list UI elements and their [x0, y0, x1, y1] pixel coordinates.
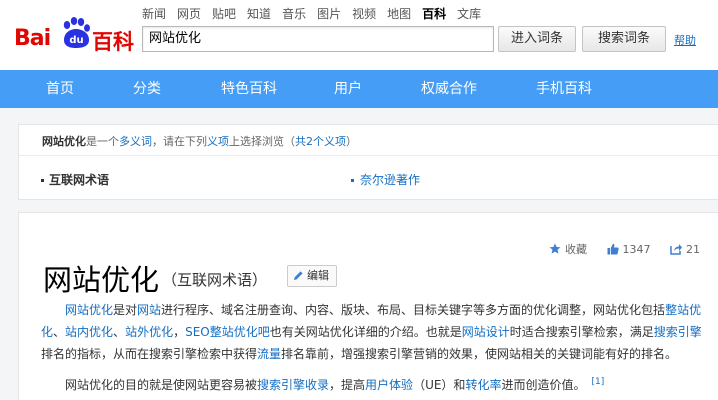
edit-label: 编辑 [307, 269, 329, 282]
article-text: 排名靠前，增强搜索引擎营销的效果，使网站相关的关键词能有好的排名。 [281, 347, 678, 361]
article-text: 也有关网站优化详细的介绍。也就是 [269, 325, 462, 339]
article-text: ，提高 [329, 378, 366, 392]
polysemy-text: ） [346, 135, 357, 148]
article-text: 进行程序、域名注册查询、内容、版块、布局、目标关键字等多方面的优化调整，网站优化… [161, 303, 666, 317]
main-nav-item[interactable]: 特色百科 [221, 70, 277, 108]
article-text: 网站优化的目的就是使网站更容易被 [65, 378, 258, 392]
article-actions: 收藏 1347 21 [533, 241, 700, 257]
article-link[interactable]: 站外优化 [125, 325, 173, 339]
favorite-label: 收藏 [565, 243, 587, 256]
top-nav-item[interactable]: 文库 [457, 5, 481, 22]
polysemy-link[interactable]: 多义词 [119, 135, 152, 148]
reference-link[interactable]: [1] [591, 377, 604, 387]
logo-baike-text: 百科 [92, 30, 134, 54]
article-text: 、 [113, 325, 126, 339]
top-nav-item[interactable]: 视频 [352, 5, 376, 22]
article-subtitle: （互联网术语） [162, 271, 268, 289]
article-text: 时适合搜索引擎检索，满足 [509, 325, 654, 339]
star-icon [549, 243, 561, 254]
search-input[interactable]: 网站优化 [142, 26, 494, 52]
article-title: 网站优化 [43, 263, 160, 297]
article-link[interactable]: 网站 [137, 303, 161, 317]
article-link[interactable]: 用户体验 [365, 378, 413, 392]
logo-bai-text: Bai [14, 26, 51, 51]
thumbs-up-icon [607, 243, 619, 255]
polysemy-text: 上选择浏览（ [229, 135, 295, 148]
article-link[interactable]: 网站优化 [65, 303, 113, 317]
article-link[interactable]: 站内优化 [65, 325, 113, 339]
main-nav-item[interactable]: 分类 [133, 70, 161, 108]
top-nav-item[interactable]: 图片 [317, 5, 341, 22]
sense-item-other[interactable]: 奈尔逊著作 [351, 171, 420, 188]
article-link[interactable]: 转化率 [465, 378, 501, 392]
article-link[interactable]: SEO整站优化吧 [185, 325, 270, 339]
paragraph-1: 网站优化是对网站进行程序、域名注册查询、内容、版块、布局、目标关键字等多方面的优… [41, 299, 709, 365]
sense-link[interactable]: 义项 [207, 135, 229, 148]
edit-button[interactable]: 编辑 [287, 265, 337, 287]
main-nav: 首页 分类 特色百科 用户 权威合作 手机百科 [0, 70, 718, 108]
help-link[interactable]: 帮助 [674, 32, 696, 48]
sense-item-current: 互联网术语 [41, 171, 109, 188]
top-nav-item[interactable]: 知道 [247, 5, 271, 22]
article-link[interactable]: 搜索引擎 [654, 325, 702, 339]
article-link[interactable]: 网站设计 [462, 325, 510, 339]
pencil-icon [294, 271, 303, 280]
divider [19, 155, 718, 156]
favorite-button[interactable]: 收藏 [549, 241, 587, 257]
top-nav-item[interactable]: 网页 [177, 5, 201, 22]
top-nav: 新闻 网页 贴吧 知道 音乐 图片 视频 地图 百科 文库 [142, 5, 492, 21]
top-nav-item[interactable]: 音乐 [282, 5, 306, 22]
share-icon [670, 244, 682, 255]
polysemy-text: 是一个 [86, 135, 119, 148]
article-link[interactable]: 流量 [257, 347, 281, 361]
top-nav-item[interactable]: 贴吧 [212, 5, 236, 22]
main-nav-item[interactable]: 手机百科 [536, 70, 592, 108]
paragraph-2: 网站优化的目的就是使网站更容易被搜索引擎收录，提高用户体验（UE）和转化率进而创… [41, 371, 709, 396]
article-text: 排名的指标，从而在搜索引擎检索中获得 [41, 347, 258, 361]
like-button[interactable]: 1347 [607, 243, 651, 256]
baidu-baike-logo[interactable]: Bai du 百科 [14, 12, 138, 54]
article-text: ， [173, 325, 186, 339]
polysemy-term: 网站优化 [42, 135, 86, 148]
search-entry-button[interactable]: 搜索词条 [582, 26, 666, 52]
logo-du-text: du [69, 35, 83, 46]
article-link[interactable]: 搜索引擎收录 [257, 378, 329, 392]
like-count: 1347 [622, 243, 651, 256]
sense-count-link[interactable]: 共2个义项 [295, 135, 346, 148]
paw-icon: du [63, 17, 90, 48]
article-text: 是对 [113, 303, 138, 317]
share-button[interactable]: 21 [670, 243, 700, 256]
top-nav-item[interactable]: 地图 [387, 5, 411, 22]
polysemy-text: ，请在下列 [152, 135, 207, 148]
article-text: （UE）和 [413, 378, 466, 392]
article-text: 进而创造价值。 [501, 378, 586, 392]
polysemy-intro: 网站优化是一个多义词，请在下列义项上选择浏览（共2个义项） [42, 133, 357, 149]
main-nav-item[interactable]: 首页 [46, 70, 74, 108]
article-text: 、 [53, 325, 66, 339]
share-count: 21 [686, 243, 700, 256]
polysemy-box: 网站优化是一个多义词，请在下列义项上选择浏览（共2个义项） 互联网术语 奈尔逊著… [18, 124, 718, 200]
enter-entry-button[interactable]: 进入词条 [498, 26, 576, 52]
main-nav-item[interactable]: 权威合作 [421, 70, 477, 108]
article-content: 收藏 1347 21 网站优化 （互联网术语） 编辑 网站优化是对网站进行程序、… [18, 212, 718, 400]
top-nav-item[interactable]: 百科 [422, 5, 446, 22]
main-nav-item[interactable]: 用户 [334, 70, 362, 108]
top-nav-item[interactable]: 新闻 [142, 5, 166, 22]
header: Bai du 百科 新闻 网页 贴吧 知道 音乐 图片 视频 地图 百科 文库 网站优化 进入词条… [0, 0, 718, 70]
